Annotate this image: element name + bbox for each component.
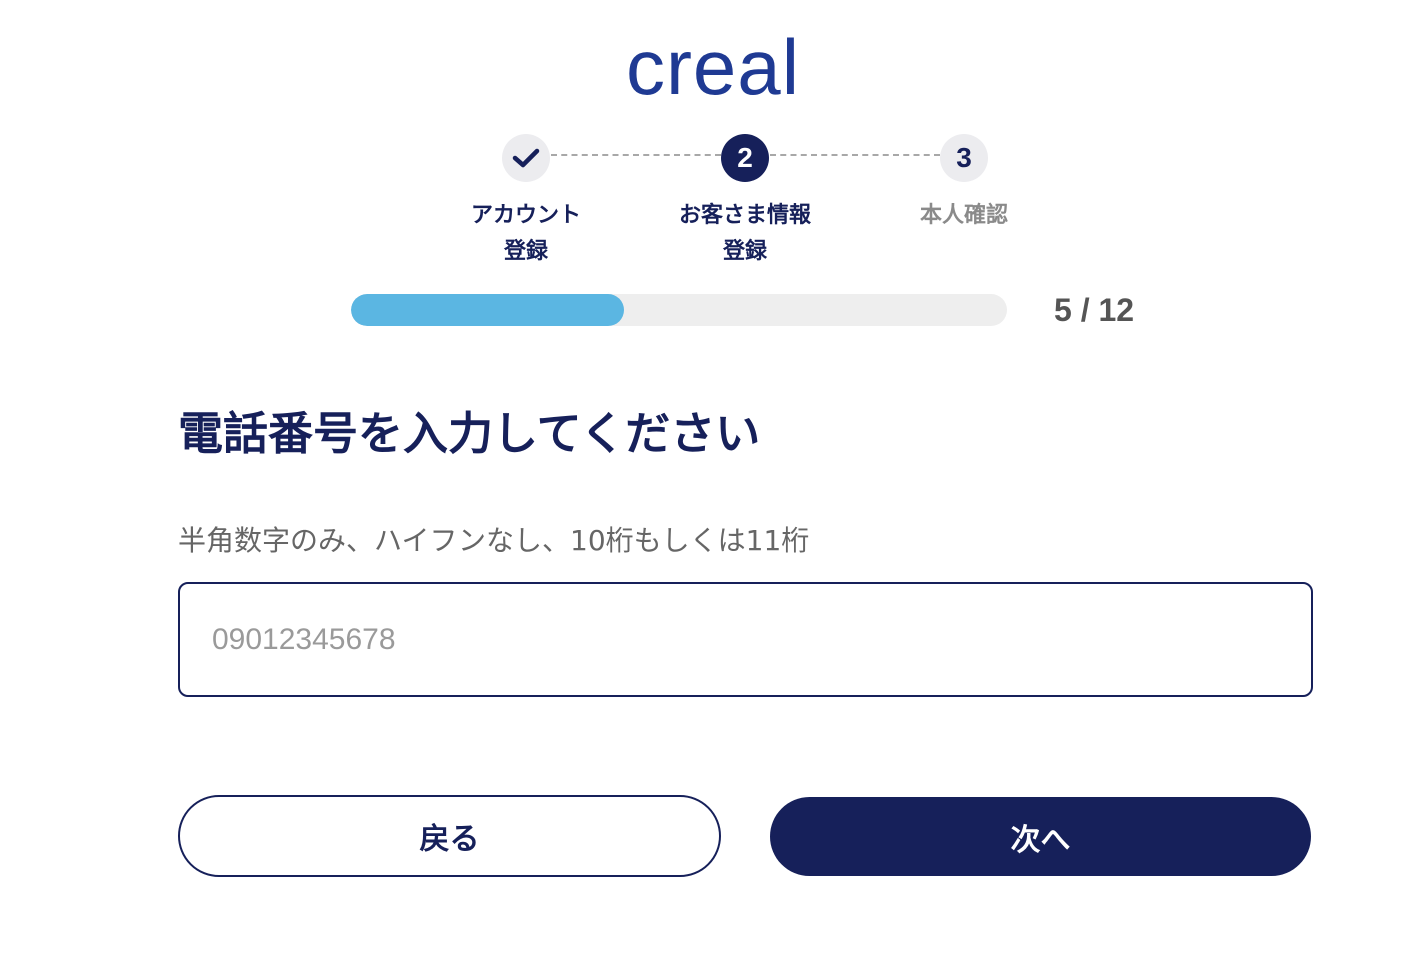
step-1-label-line2: 登録 xyxy=(503,239,548,264)
phone-format-hint: 半角数字のみ、ハイフンなし、10桁もしくは11桁 xyxy=(178,524,810,557)
next-button[interactable]: 次へ xyxy=(770,797,1311,876)
step-2-label-line2: 登録 xyxy=(722,239,767,264)
creal-logo: creal xyxy=(625,23,801,111)
step-1-label-line1: アカウント xyxy=(470,203,581,228)
phone-number-input[interactable] xyxy=(178,582,1313,697)
step-2-label: お客さま情報 登録 xyxy=(645,198,845,270)
step-connector-1 xyxy=(551,154,721,156)
step-3-label: 本人確認 xyxy=(864,198,1064,234)
step-1-complete-circle xyxy=(502,134,550,182)
question-progress-bar xyxy=(351,294,1007,326)
page-title: 電話番号を入力してください xyxy=(178,407,761,460)
next-button-label: 次へ xyxy=(1010,822,1071,858)
step-1-label: アカウント 登録 xyxy=(426,198,626,270)
back-button[interactable]: 戻る xyxy=(178,795,721,877)
step-2-label-line1: お客さま情報 xyxy=(678,203,811,228)
check-icon xyxy=(512,148,540,168)
step-2-current-circle: 2 xyxy=(721,134,769,182)
question-progress-count: 5 / 12 xyxy=(1054,292,1135,328)
question-progress-fill xyxy=(351,294,625,326)
back-button-label: 戻る xyxy=(419,822,480,857)
registration-page: creal 2 3 アカウント 登録 お客さま情報 登録 本人確認 5 / 12… xyxy=(0,0,1426,960)
step-3-label-line1: 本人確認 xyxy=(919,203,1008,228)
step-3-circle: 3 xyxy=(940,134,988,182)
step-connector-2 xyxy=(770,154,940,156)
